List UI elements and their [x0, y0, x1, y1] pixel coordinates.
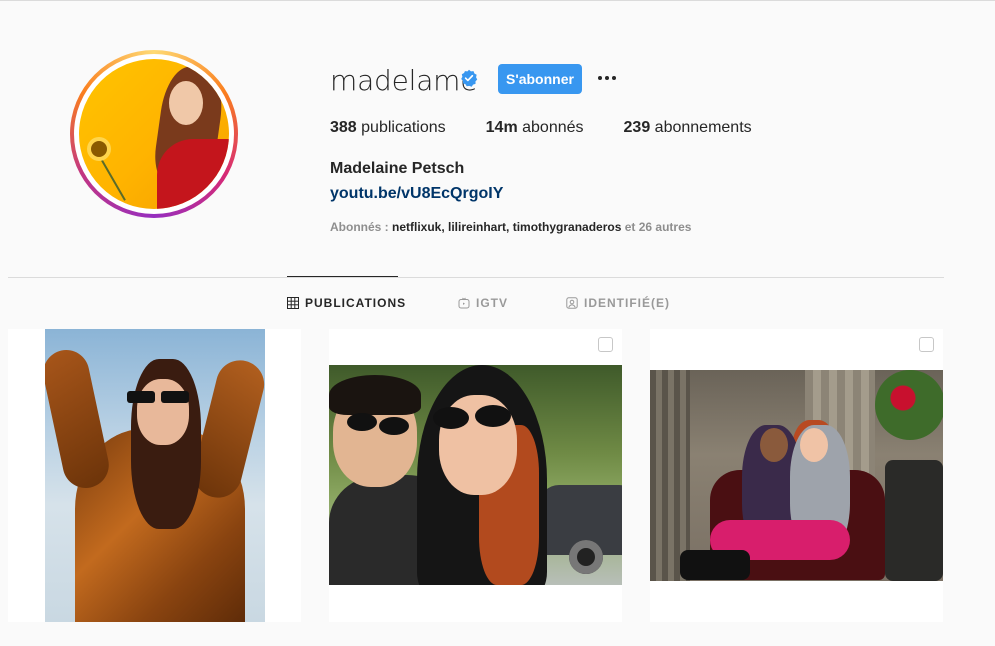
- stat-followers[interactable]: 14m abonnés: [486, 119, 584, 137]
- stat-publications: 388 publications: [330, 119, 446, 136]
- tab-tagged[interactable]: IDENTIFIÉ(E): [566, 296, 670, 310]
- profile-avatar[interactable]: [70, 50, 238, 218]
- tagged-icon: [566, 297, 578, 309]
- followed-by[interactable]: Abonnés : netflixuk, lilireinhart, timot…: [330, 220, 691, 234]
- select-checkbox[interactable]: [598, 337, 613, 352]
- profile-link[interactable]: youtu.be/vU8EcQrgoIY: [330, 185, 503, 203]
- select-checkbox[interactable]: [919, 337, 934, 352]
- grid-icon: [287, 297, 299, 309]
- post-image: [45, 329, 265, 622]
- active-tab-indicator: [287, 276, 398, 277]
- post-thumbnail-2[interactable]: [329, 329, 622, 622]
- follow-button[interactable]: S'abonner: [498, 64, 582, 94]
- stat-following[interactable]: 239 abonnements: [624, 119, 752, 137]
- post-thumbnail-3[interactable]: [650, 329, 943, 622]
- verified-badge-icon: [461, 69, 478, 87]
- post-thumbnail-1[interactable]: [8, 329, 301, 622]
- igtv-icon: [458, 297, 470, 309]
- profile-full-name: Madelaine Petsch: [330, 160, 465, 177]
- profile-username: madelame: [330, 64, 478, 97]
- tab-igtv[interactable]: IGTV: [458, 296, 508, 310]
- post-image: [329, 365, 622, 585]
- more-options-icon[interactable]: [596, 70, 618, 86]
- post-image: [650, 370, 943, 581]
- top-divider: [0, 0, 995, 1]
- avatar-image: [79, 59, 229, 209]
- tab-publications[interactable]: PUBLICATIONS: [287, 296, 406, 310]
- profile-stats: 388 publications 14m abonnés 239 abonnem…: [330, 119, 792, 137]
- tabs-divider: [8, 277, 944, 278]
